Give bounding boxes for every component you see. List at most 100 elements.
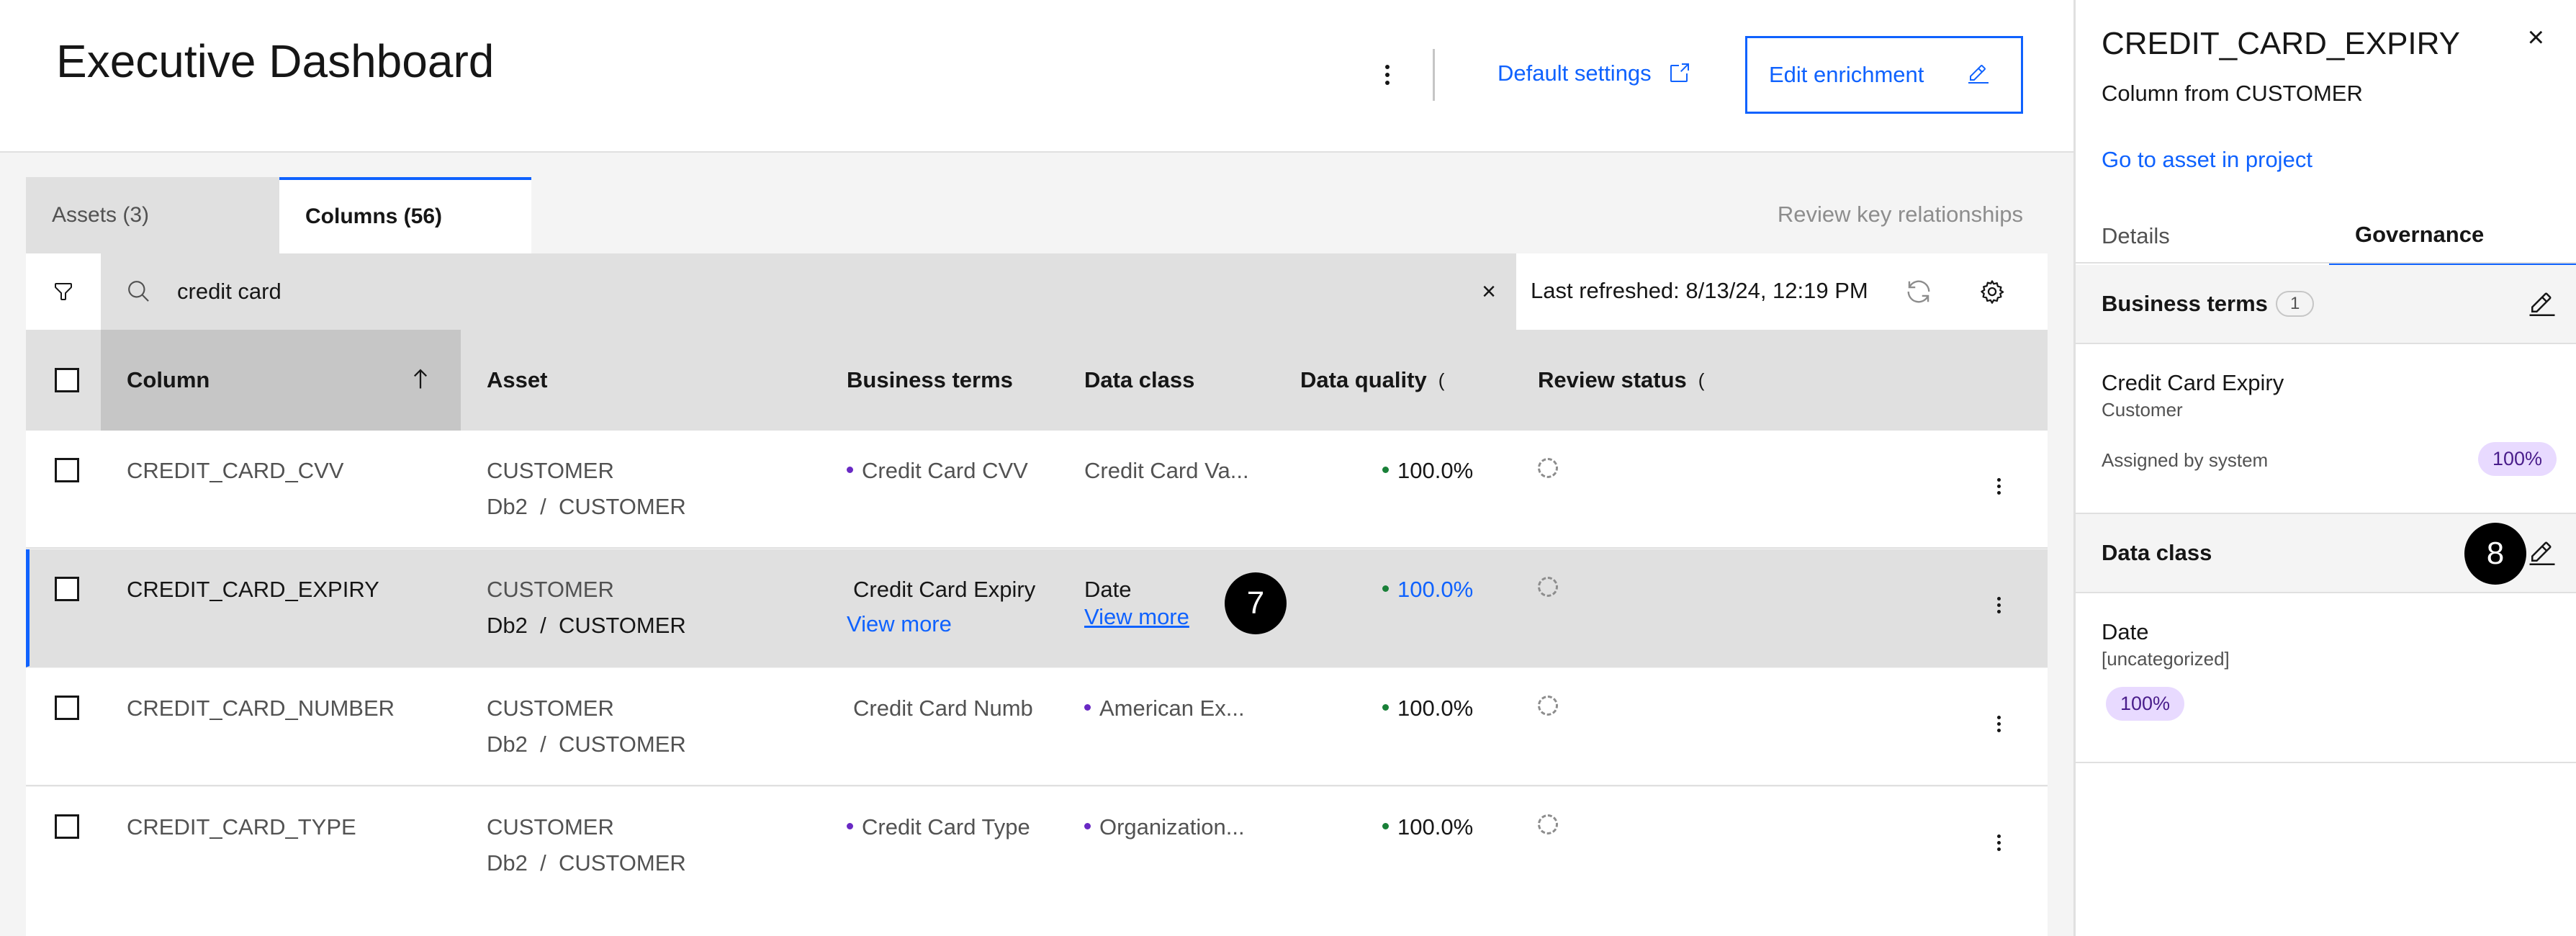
- edit-pencil-icon[interactable]: [2528, 540, 2557, 569]
- review-status-icon: [1538, 577, 1558, 597]
- quality-dot: [1382, 823, 1389, 830]
- data-class-cell: Organization...: [1084, 814, 1245, 840]
- business-term-category: Customer: [2102, 399, 2183, 420]
- refresh-button[interactable]: [1901, 274, 1937, 310]
- asset-path-cell: Db2 / CUSTOMER: [487, 732, 686, 757]
- info-icon: (: [1438, 369, 1445, 391]
- table-row[interactable]: CREDIT_CARD_TYPE CUSTOMER Db2 / CUSTOMER…: [26, 787, 2048, 936]
- business-term-view-more-link[interactable]: View more: [847, 611, 952, 637]
- go-to-asset-link[interactable]: Go to asset in project: [2102, 147, 2312, 173]
- row-overflow-menu-button[interactable]: [1991, 713, 2006, 734]
- tab-columns-label: Columns (56): [305, 204, 443, 228]
- search-field[interactable]: credit card ×: [101, 253, 1516, 330]
- overflow-menu-vertical-icon: [1385, 65, 1390, 69]
- business-terms-count-badge: 1: [2276, 291, 2315, 317]
- column-name-cell: CREDIT_CARD_NUMBER: [127, 696, 395, 721]
- data-class-label: Data class: [2102, 540, 2212, 565]
- column-header-business-terms-label: Business terms: [847, 367, 1013, 392]
- table-row-selected[interactable]: CREDIT_CARD_EXPIRY CUSTOMER Db2 / CUSTOM…: [26, 549, 2048, 667]
- panel-subtitle: Column from CUSTOMER: [2102, 81, 2363, 106]
- table-row[interactable]: CREDIT_CARD_CVV CUSTOMER Db2 / CUSTOMER …: [26, 431, 2048, 549]
- row-checkbox[interactable]: [55, 696, 79, 720]
- row-overflow-menu-button[interactable]: [1991, 594, 2006, 616]
- data-class-name: Date: [2102, 619, 2149, 644]
- panel-tab-governance-label: Governance: [2355, 222, 2485, 247]
- row-overflow-menu-button[interactable]: [1991, 475, 2006, 497]
- business-term-item[interactable]: Credit Card Expiry Customer Assigned by …: [2076, 344, 2576, 514]
- tab-columns[interactable]: Columns (56): [279, 177, 531, 253]
- overflow-menu-vertical-icon: [1996, 715, 2001, 719]
- close-icon[interactable]: ×: [2528, 22, 2544, 54]
- review-status-icon: [1538, 814, 1558, 834]
- table-settings-button[interactable]: [1974, 274, 2010, 310]
- table-header: Column Asset Business terms Data class D…: [26, 330, 2048, 431]
- column-name-cell: CREDIT_CARD_CVV: [127, 458, 344, 483]
- panel-title: CREDIT_CARD_EXPIRY: [2102, 26, 2460, 61]
- info-icon: (: [1698, 369, 1705, 391]
- arrow-up-icon[interactable]: [407, 366, 433, 392]
- last-refreshed-text: Last refreshed: 8/13/24, 12:19 PM: [1531, 278, 1868, 303]
- tab-assets[interactable]: Assets (3): [26, 177, 279, 253]
- column-header-review-status[interactable]: Review status (: [1538, 330, 1704, 431]
- close-icon[interactable]: ×: [1482, 278, 1496, 306]
- review-key-relationships-link[interactable]: Review key relationships: [1778, 202, 2023, 228]
- row-checkbox[interactable]: [55, 577, 79, 601]
- confidence-badge: 100%: [2477, 442, 2557, 476]
- row-checkbox[interactable]: [55, 814, 79, 839]
- row-overflow-menu-button[interactable]: [1991, 832, 2006, 853]
- settings-gear-icon: [1981, 280, 2004, 304]
- column-header-data-quality-label: Data quality: [1300, 367, 1427, 392]
- default-settings-link[interactable]: Default settings: [1498, 60, 1690, 86]
- asset-path-cell: Db2 / CUSTOMER: [487, 850, 686, 876]
- column-header-column-label: Column: [127, 367, 210, 392]
- column-header-column[interactable]: Column: [127, 330, 210, 431]
- callout-badge-8: 8: [2464, 523, 2526, 585]
- panel-tabs-divider: [2076, 262, 2576, 264]
- table-row[interactable]: CREDIT_CARD_NUMBER CUSTOMER Db2 / CUSTOM…: [26, 668, 2048, 786]
- callout-badge-7: 7: [1225, 572, 1287, 634]
- business-term-name: Credit Card Expiry: [2102, 370, 2284, 395]
- column-details-panel: CREDIT_CARD_EXPIRY × Column from CUSTOME…: [2073, 0, 2576, 936]
- select-all-checkbox[interactable]: [55, 368, 79, 392]
- edit-pencil-icon: [1968, 65, 1989, 84]
- search-input[interactable]: credit card: [177, 279, 282, 305]
- confidence-badge: 100%: [2106, 687, 2185, 721]
- data-class-view-more-link[interactable]: View more: [1084, 604, 1189, 630]
- column-header-data-class[interactable]: Data class: [1084, 330, 1194, 431]
- data-class-cell: Credit Card Va...: [1084, 458, 1249, 483]
- column-header-business-terms[interactable]: Business terms: [847, 330, 1013, 431]
- filter-icon: [55, 283, 72, 300]
- main-content: Assets (3) Columns (56) Review key relat…: [0, 153, 2073, 936]
- overflow-menu-vertical-icon: [1996, 477, 2001, 482]
- asset-name-cell: CUSTOMER: [487, 458, 614, 483]
- column-header-data-quality[interactable]: Data quality (: [1300, 330, 1444, 431]
- quality-dot: [1382, 585, 1389, 593]
- data-class-cell: American Ex...: [1084, 696, 1245, 721]
- term-dot: [1084, 823, 1091, 830]
- column-header-asset[interactable]: Asset: [487, 330, 547, 431]
- row-checkbox[interactable]: [55, 458, 79, 482]
- search-icon: [128, 281, 149, 302]
- quality-dot: [1382, 704, 1389, 711]
- data-class-item[interactable]: Date [uncategorized] 100%: [2076, 593, 2576, 763]
- business-term-cell: Credit Card CVV: [847, 458, 1028, 484]
- term-dot: [1084, 704, 1091, 711]
- edit-enrichment-button[interactable]: Edit enrichment: [1745, 36, 2023, 114]
- column-name-cell: CREDIT_CARD_EXPIRY: [127, 577, 379, 602]
- filter-button[interactable]: [26, 253, 101, 330]
- page-header: Executive Dashboard Default settings Edi…: [0, 0, 2073, 153]
- column-header-asset-label: Asset: [487, 367, 548, 392]
- panel-tab-details[interactable]: Details: [2102, 207, 2332, 265]
- data-quality-cell: 100.0%: [1382, 696, 1473, 721]
- header-overflow-menu-button[interactable]: [1377, 59, 1398, 91]
- header-divider: [1433, 49, 1435, 101]
- edit-pencil-icon[interactable]: [2528, 291, 2557, 320]
- term-dot: [847, 823, 853, 830]
- table-toolbar: credit card × Last refreshed: 8/13/24, 1…: [26, 253, 2048, 330]
- edit-enrichment-label: Edit enrichment: [1769, 62, 1924, 87]
- panel-tab-governance[interactable]: Governance: [2329, 207, 2576, 265]
- asset-name-cell: CUSTOMER: [487, 696, 614, 721]
- data-quality-cell[interactable]: 100.0%: [1382, 577, 1473, 603]
- business-terms-section-header: Business terms 1: [2076, 265, 2576, 344]
- asset-name-cell: CUSTOMER: [487, 814, 614, 840]
